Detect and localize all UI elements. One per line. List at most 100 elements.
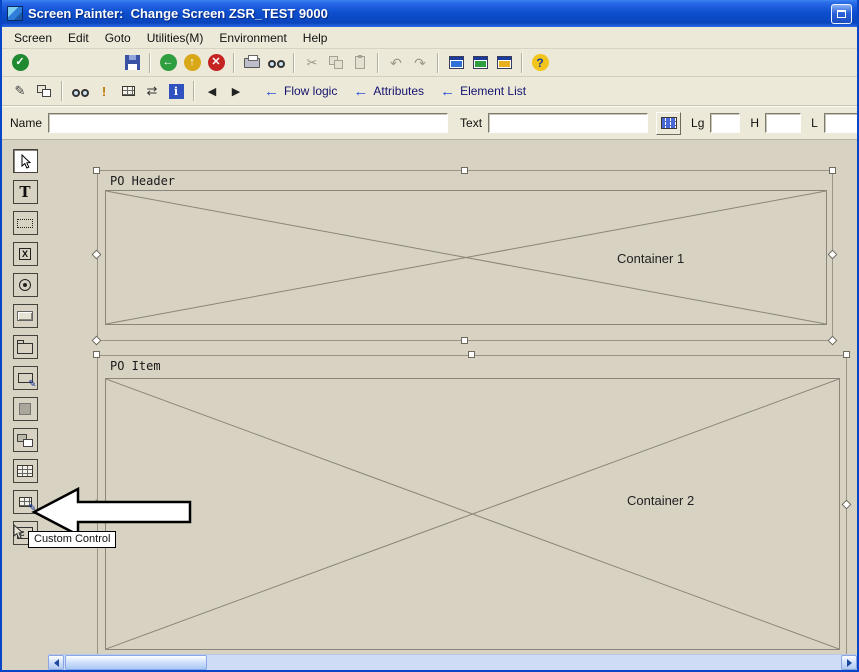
container-2-label: Container 2 <box>621 491 701 510</box>
custom-container-1[interactable]: Container 1 <box>105 190 827 325</box>
container-1-caption: PO Header <box>108 174 178 188</box>
test-button[interactable]: ! <box>92 80 116 103</box>
lg-label: Lg <box>691 116 705 130</box>
paste-button[interactable] <box>348 51 372 74</box>
dict-fields-button[interactable]: ✎ <box>8 80 32 103</box>
print-button[interactable] <box>240 51 264 74</box>
attributes-button[interactable]: ← Attributes <box>353 84 424 99</box>
separator <box>193 81 195 101</box>
left-arrow-icon: ← <box>264 82 279 100</box>
scrollbar-thumb[interactable] <box>65 655 207 670</box>
nav-previous-button[interactable]: ◀ <box>200 80 224 103</box>
selection-handle[interactable] <box>93 351 100 358</box>
menu-help[interactable]: Help <box>295 29 336 47</box>
standard-toolbar: ✓ ← ↑ ✕ ✂ ↶ ↷ ? <box>2 49 857 77</box>
info-button[interactable]: i <box>164 80 188 103</box>
find-button[interactable] <box>264 51 288 74</box>
element-list-button[interactable]: ← Element List <box>440 84 526 99</box>
element-field-row: Name Text Lg H L Cl <box>2 106 857 140</box>
menu-utilities[interactable]: Utilities(M) <box>139 29 212 47</box>
scroll-right-button[interactable] <box>841 655 857 670</box>
screen-canvas[interactable]: PO Header Container 1 PO Item Container … <box>48 140 857 654</box>
flow-logic-button[interactable]: ← Flow logic <box>264 84 337 99</box>
window-title: Screen Painter: Change Screen ZSR_TEST 9… <box>28 6 328 21</box>
left-arrow-icon: ← <box>353 82 369 100</box>
enter-button[interactable]: ✓ <box>8 51 32 74</box>
pointer-icon <box>21 153 31 169</box>
l-input[interactable] <box>823 113 857 133</box>
maximize-button[interactable] <box>831 3 852 24</box>
tool-pointer[interactable] <box>12 149 38 173</box>
container-2-caption: PO Item <box>108 359 163 373</box>
lg-input[interactable] <box>710 113 741 133</box>
separator <box>233 52 235 73</box>
container-1-label: Container 1 <box>611 249 691 268</box>
selection-handle[interactable] <box>93 167 100 174</box>
name-input[interactable] <box>48 113 449 133</box>
convert-button[interactable]: ⇄ <box>140 80 164 103</box>
selection-handle[interactable] <box>827 335 838 346</box>
bottom-bar <box>2 654 857 670</box>
selection-handle[interactable] <box>461 337 468 344</box>
menu-goto[interactable]: Goto <box>97 29 139 47</box>
check-screen-button[interactable] <box>68 80 92 103</box>
menu-screen[interactable]: Screen <box>6 29 60 47</box>
flow-logic-label: Flow logic <box>284 84 338 98</box>
pencil-icon: ✎ <box>28 379 37 390</box>
layout-grid-button[interactable] <box>116 80 140 103</box>
tool-palette: T X ✎ ✎ <box>2 140 48 654</box>
next-icon: ▶ <box>231 85 241 98</box>
tool-text[interactable]: T <box>12 180 38 204</box>
horizontal-scrollbar[interactable] <box>48 654 857 670</box>
exit-button[interactable]: ↑ <box>180 51 204 74</box>
graphical-element-button[interactable] <box>32 80 56 103</box>
separator <box>293 52 295 73</box>
paste-icon <box>355 55 365 69</box>
cross-lines <box>106 191 826 324</box>
tool-tabstrip[interactable] <box>12 335 38 359</box>
tool-checkbox[interactable]: X <box>12 242 38 266</box>
scroll-left-button[interactable] <box>48 655 64 670</box>
titlebar[interactable]: Screen Painter: Change Screen ZSR_TEST 9… <box>2 0 857 27</box>
attributes-label: Attributes <box>373 84 425 98</box>
menu-edit[interactable]: Edit <box>60 29 97 47</box>
tool-radio-button[interactable] <box>12 273 38 297</box>
undo-button[interactable]: ↶ <box>384 51 408 74</box>
mouse-cursor-icon <box>13 524 24 540</box>
copy-button[interactable] <box>324 51 348 74</box>
scrollbar-corner <box>2 654 48 670</box>
cancel-icon: ✕ <box>207 54 225 71</box>
tool-subscreen[interactable]: ✎ <box>12 366 38 390</box>
name-label: Name <box>10 116 43 130</box>
selection-handle[interactable] <box>461 167 468 174</box>
tool-input-field[interactable] <box>12 211 38 235</box>
new-session-button[interactable] <box>444 51 468 74</box>
element-list-grid-button[interactable] <box>656 111 682 135</box>
cut-button[interactable]: ✂ <box>300 51 324 74</box>
help-button[interactable]: ? <box>528 51 552 74</box>
shortcut-button[interactable] <box>468 51 492 74</box>
element-list-label: Element List <box>460 84 527 98</box>
tool-pushbutton[interactable] <box>12 304 38 328</box>
tool-box[interactable] <box>12 397 38 421</box>
screen-painter-window: Screen Painter: Change Screen ZSR_TEST 9… <box>0 0 859 672</box>
elements-icon <box>37 85 51 97</box>
menu-environment[interactable]: Environment <box>211 29 294 47</box>
help-icon: ? <box>531 54 549 71</box>
tool-grid[interactable] <box>12 459 38 483</box>
save-button[interactable] <box>120 51 144 74</box>
custom-container-2[interactable]: Container 2 <box>105 378 840 650</box>
selection-handle[interactable] <box>829 167 836 174</box>
cancel-button[interactable]: ✕ <box>204 51 228 74</box>
nav-next-button[interactable]: ▶ <box>224 80 248 103</box>
text-input[interactable] <box>488 113 649 133</box>
tool-table-control[interactable] <box>12 428 38 452</box>
glasses-icon <box>71 86 89 97</box>
back-button[interactable]: ← <box>156 51 180 74</box>
selection-handle[interactable] <box>468 351 475 358</box>
selection-handle[interactable] <box>843 351 850 358</box>
h-input[interactable] <box>765 113 802 133</box>
session-list-button[interactable] <box>492 51 516 74</box>
redo-button[interactable]: ↷ <box>408 51 432 74</box>
application-toolbar: ✎ ! ⇄ i ◀ ▶ ← Flow logic ← Attributes ← … <box>2 77 857 106</box>
